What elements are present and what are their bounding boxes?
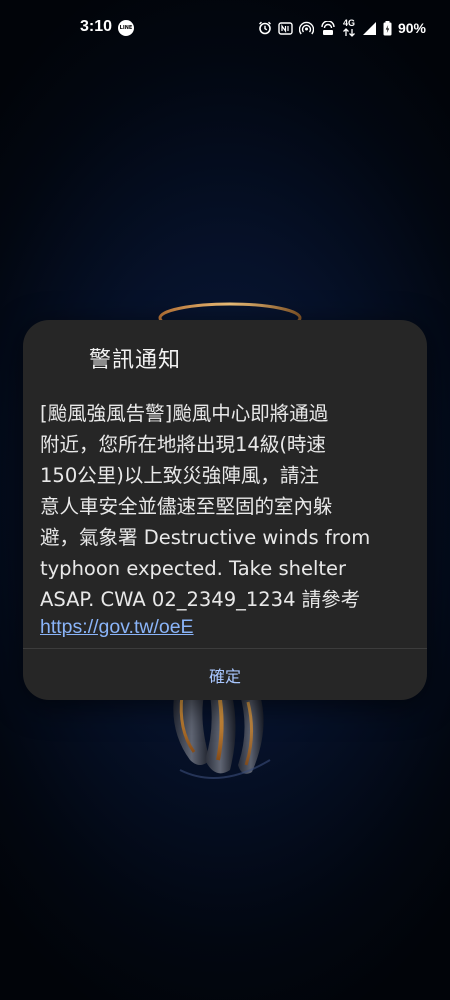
status-icons: 4G 90% [258, 16, 426, 40]
hotspot-icon [298, 21, 314, 36]
signal-icon [362, 21, 377, 36]
alarm-icon [258, 21, 272, 35]
dialog-title: 警訊通知 [89, 348, 182, 373]
volte-icon [320, 20, 336, 36]
battery-percent: 90% [397, 20, 426, 36]
info-link[interactable]: https://gov.tw/oeE [40, 614, 194, 640]
data-arrows-icon: 4G [342, 19, 356, 37]
confirm-button[interactable]: 確定 [23, 649, 427, 700]
nfc-icon [278, 21, 293, 35]
alert-dialog: 警訊通知 [颱風強風告警]颱風中心即將通過 附近，您所在地將出現14級(時速 1… [23, 320, 427, 700]
line-icon: LINE [118, 20, 134, 36]
network-type-label: 4G [342, 18, 355, 28]
status-time: 3:10 [80, 18, 113, 35]
status-bar: 3:10 LINE 4G 90% [0, 0, 450, 60]
alert-message: [颱風強風告警]颱風中心即將通過 附近，您所在地將出現14級(時速 150公里)… [40, 402, 371, 611]
battery-icon [383, 20, 392, 36]
